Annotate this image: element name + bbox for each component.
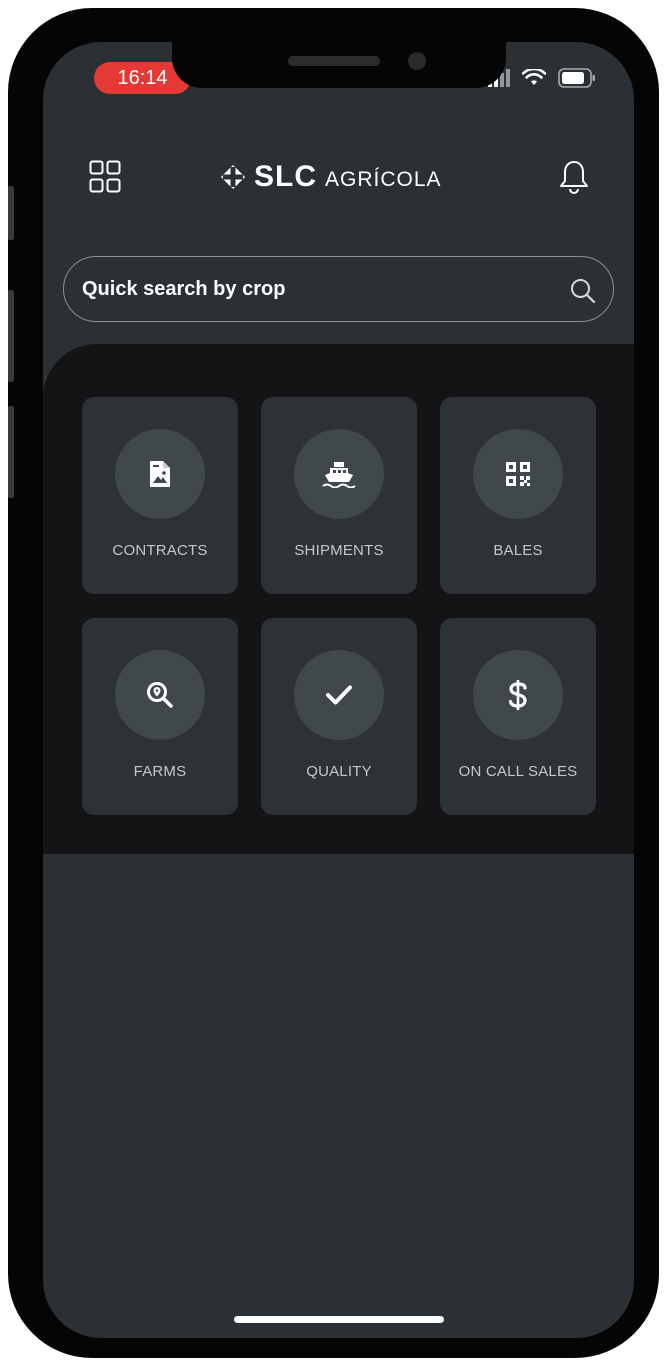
brand-logo: SLC AGRÍCOLA <box>220 160 442 194</box>
check-icon <box>326 685 352 705</box>
icon-circle <box>294 429 384 519</box>
tile-label: BALES <box>493 542 543 559</box>
icon-circle <box>294 650 384 740</box>
tile-label: QUALITY <box>306 763 372 780</box>
menu-tile-shipments[interactable]: SHIPMENTS <box>261 397 417 594</box>
wifi-icon <box>522 69 546 85</box>
phone-side-button <box>8 290 14 382</box>
tile-label: ON CALL SALES <box>458 763 578 780</box>
document-icon <box>150 461 170 487</box>
menu-tile-bales[interactable]: BALES <box>440 397 596 594</box>
qr-code-icon <box>506 462 530 486</box>
menu-tile-farms[interactable]: FARMS <box>82 618 238 815</box>
bell-icon[interactable] <box>558 159 590 195</box>
tile-label: CONTRACTS <box>112 542 208 559</box>
search-bar[interactable]: Quick search by crop <box>63 256 614 322</box>
speaker-grille <box>288 56 380 66</box>
phone-side-button <box>8 406 14 498</box>
location-search-icon <box>147 682 173 708</box>
status-indicators <box>488 68 596 88</box>
dollar-icon <box>508 680 527 710</box>
icon-circle <box>473 429 563 519</box>
tile-label: FARMS <box>133 763 187 780</box>
camera-notch <box>172 42 506 88</box>
icon-circle <box>115 429 205 519</box>
icon-circle <box>115 650 205 740</box>
slc-logo-icon <box>221 165 245 189</box>
ship-icon <box>322 462 356 488</box>
grid-icon[interactable] <box>89 160 121 194</box>
battery-icon <box>558 68 595 88</box>
search-input[interactable]: Quick search by crop <box>82 278 285 301</box>
app-screen: 16:14 SLC AGRÍCOLA Quick search by crop … <box>43 42 634 1338</box>
icon-circle <box>473 650 563 740</box>
menu-tile-quality[interactable]: QUALITY <box>261 618 417 815</box>
home-indicator[interactable] <box>234 1316 444 1323</box>
brand-subtitle: AGRÍCOLA <box>325 168 442 191</box>
front-camera <box>408 52 426 70</box>
search-icon[interactable] <box>569 277 597 305</box>
phone-side-button <box>8 186 14 240</box>
menu-tile-contracts[interactable]: CONTRACTS <box>82 397 238 594</box>
brand-name: SLC <box>254 160 317 193</box>
menu-tile-on-call-sales[interactable]: ON CALL SALES <box>440 618 596 815</box>
menu-panel: CONTRACTS SHIPMENTS BALES FARMS QUALITY … <box>43 344 634 854</box>
tile-label: SHIPMENTS <box>294 542 384 559</box>
